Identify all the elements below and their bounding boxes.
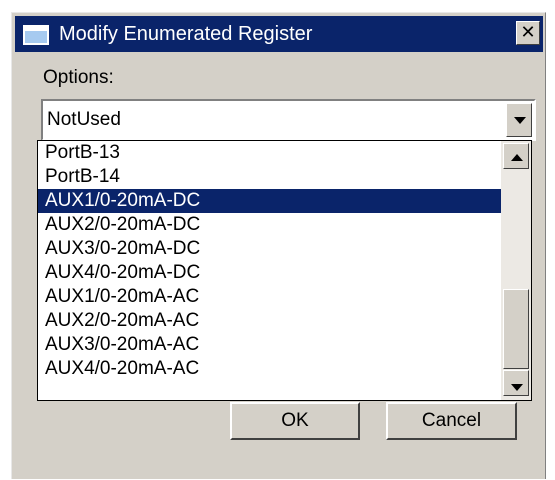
dropdown-button[interactable] xyxy=(506,103,532,137)
list-item[interactable]: PortB-14 xyxy=(38,165,501,189)
title-bar[interactable]: Modify Enumerated Register ✕ xyxy=(15,16,543,52)
list-scrollbar[interactable] xyxy=(501,141,531,400)
list-item[interactable]: AUX3/0-20mA-DC xyxy=(38,237,501,261)
scroll-up-arrow-icon xyxy=(511,154,523,161)
list-item[interactable]: AUX4/0-20mA-AC xyxy=(38,357,501,381)
cancel-button[interactable]: Cancel xyxy=(386,402,517,440)
options-list-items: PortB-13 PortB-14 AUX1/0-20mA-DC AUX2/0-20m… xyxy=(38,141,501,381)
list-item[interactable]: AUX1/0-20mA-AC xyxy=(38,285,501,309)
list-item[interactable]: AUX1/0-20mA-DC xyxy=(38,189,501,213)
options-dropdown-list[interactable]: PortB-13 PortB-14 AUX1/0-20mA-DC AUX2/0-20m… xyxy=(37,140,532,401)
scrollbar-thumb[interactable] xyxy=(503,289,529,369)
list-item[interactable]: PortB-13 xyxy=(38,141,501,165)
ok-button[interactable]: OK xyxy=(230,402,360,440)
scroll-down-arrow-icon xyxy=(511,384,523,391)
options-selected-value: NotUsed xyxy=(47,109,121,130)
list-item[interactable]: AUX2/0-20mA-AC xyxy=(38,309,501,333)
close-button[interactable]: ✕ xyxy=(516,21,540,45)
options-combobox[interactable]: NotUsed xyxy=(41,99,536,141)
scroll-down-button[interactable] xyxy=(503,370,529,396)
list-item[interactable]: AUX3/0-20mA-AC xyxy=(38,333,501,357)
list-item[interactable]: AUX4/0-20mA-DC xyxy=(38,261,501,285)
options-label: Options: xyxy=(43,67,114,88)
scroll-up-button[interactable] xyxy=(503,143,529,169)
window-icon xyxy=(23,25,49,45)
dialog-title: Modify Enumerated Register xyxy=(59,23,313,45)
chevron-down-icon xyxy=(514,117,526,124)
list-item[interactable]: AUX2/0-20mA-DC xyxy=(38,213,501,237)
